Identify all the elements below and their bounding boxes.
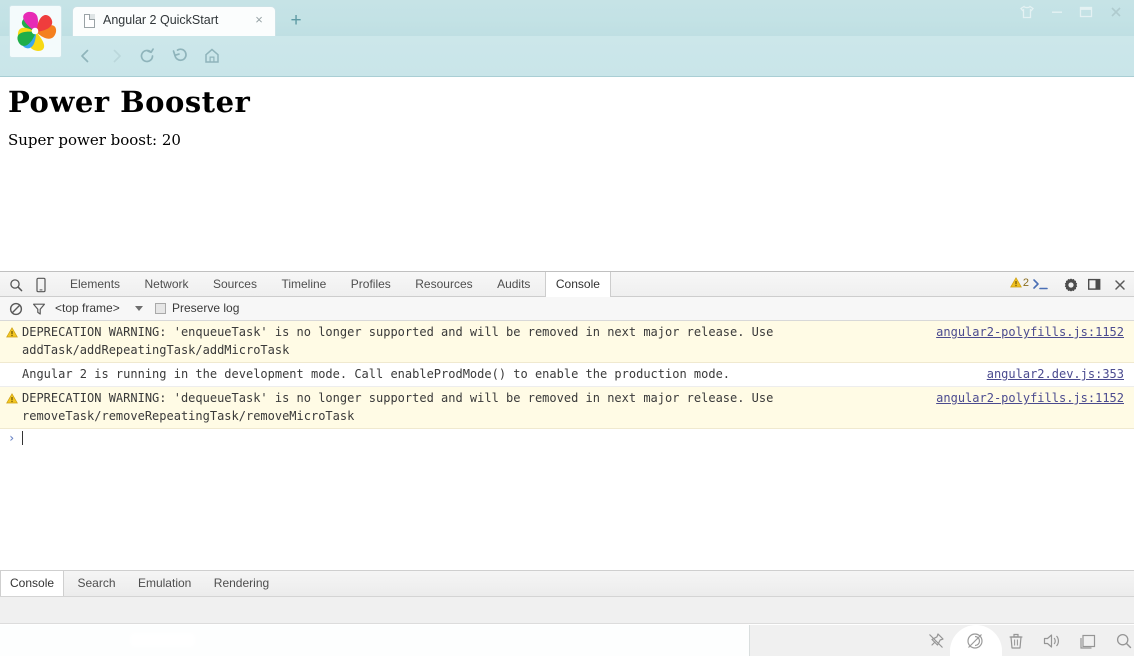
filter-icon[interactable]	[30, 301, 48, 317]
devtools-tab-list: Elements Network Sources Timeline Profil…	[60, 272, 611, 297]
tab-console[interactable]: Console	[544, 272, 611, 297]
tshirt-icon[interactable]	[1015, 2, 1040, 22]
navigation-bar: 域名重定向 localhost:3000 勇士挺进总决赛	[0, 36, 1134, 104]
console-prompt-icon[interactable]	[1032, 277, 1049, 296]
document-icon	[84, 14, 95, 28]
pin-off-icon[interactable]	[925, 631, 947, 651]
drawer-tab-emulation[interactable]: Emulation	[129, 571, 200, 596]
console-message-source[interactable]: angular2.dev.js:353	[987, 365, 1124, 383]
forward-icon[interactable]	[104, 44, 130, 68]
console-message-list: DEPRECATION WARNING: 'enqueueTask' is no…	[0, 321, 1134, 547]
console-message-source[interactable]: angular2-polyfills.js:1152	[936, 323, 1124, 341]
inspect-element-icon[interactable]	[6, 276, 26, 294]
text-caret	[22, 431, 23, 445]
warning-icon	[6, 325, 18, 343]
settings-gear-icon[interactable]	[1061, 276, 1081, 294]
browser-window: Angular 2 QuickStart × + Power Booster S…	[0, 0, 1134, 656]
tab-sources[interactable]: Sources	[203, 272, 267, 297]
devtools-drawer: Console Search Emulation Rendering	[0, 570, 1134, 596]
console-message-text: Angular 2 is running in the development …	[22, 367, 731, 381]
frame-selector[interactable]: <top frame>	[55, 301, 120, 315]
status-bar	[0, 596, 1134, 656]
prompt-chevron-icon: ›	[8, 431, 16, 445]
browser-tab[interactable]: Angular 2 QuickStart ×	[72, 6, 276, 36]
devtools-panel: Elements Network Sources Timeline Profil…	[0, 271, 1134, 596]
title-bar: Angular 2 QuickStart × +	[0, 0, 1134, 58]
shield-scan-icon[interactable]	[964, 631, 986, 651]
drawer-tab-search[interactable]: Search	[68, 571, 124, 596]
maximize-icon[interactable]	[1074, 2, 1099, 22]
minimize-icon[interactable]	[1044, 2, 1069, 22]
dock-position-icon[interactable]	[1085, 276, 1105, 294]
tab-audits[interactable]: Audits	[487, 272, 540, 297]
console-message-text: DEPRECATION WARNING: 'enqueueTask' is no…	[22, 325, 781, 357]
drawer-tab-rendering[interactable]: Rendering	[205, 571, 278, 596]
tab-elements[interactable]: Elements	[60, 272, 130, 297]
console-message-log[interactable]: Angular 2 is running in the development …	[0, 363, 1134, 387]
clear-console-icon[interactable]	[7, 301, 25, 317]
page-paragraph: Super power boost: 20	[8, 131, 181, 149]
console-message-warning[interactable]: DEPRECATION WARNING: 'dequeueTask' is no…	[0, 387, 1134, 429]
tab-profiles[interactable]: Profiles	[341, 272, 401, 297]
close-devtools-icon[interactable]	[1110, 276, 1130, 294]
status-bar-left	[0, 625, 750, 656]
console-filter-bar: <top frame> Preserve log	[0, 297, 1134, 321]
preserve-log-label[interactable]: Preserve log	[172, 301, 239, 315]
close-icon[interactable]: ×	[252, 13, 266, 27]
page-title: Power Booster	[8, 85, 251, 119]
search-icon[interactable]	[1113, 631, 1134, 651]
warning-count-value: 2	[1022, 277, 1029, 289]
window-controls	[1015, 2, 1128, 24]
new-tab-button[interactable]: +	[286, 11, 306, 31]
warning-icon	[6, 391, 18, 409]
page-viewport: Power Booster Super power boost: 20	[0, 77, 1134, 272]
tab-timeline[interactable]: Timeline	[271, 272, 336, 297]
speaker-icon[interactable]	[1041, 631, 1063, 651]
devtools-toolbar: Elements Network Sources Timeline Profil…	[0, 272, 1134, 297]
reload-icon[interactable]	[134, 44, 160, 68]
status-bar-right	[750, 625, 1134, 656]
back-icon[interactable]	[72, 44, 98, 68]
pinwheel-logo	[9, 5, 62, 58]
console-prompt[interactable]: ›	[0, 429, 1134, 449]
status-bar-strip	[0, 597, 1134, 624]
preserve-log-checkbox[interactable]	[155, 303, 166, 314]
device-toolbar-icon[interactable]	[31, 276, 51, 294]
console-message-source[interactable]: angular2-polyfills.js:1152	[936, 389, 1124, 407]
undo-icon[interactable]	[167, 44, 193, 68]
window-icon[interactable]	[1077, 631, 1099, 651]
warning-count[interactable]: 2	[1009, 277, 1029, 289]
console-message-text: DEPRECATION WARNING: 'dequeueTask' is no…	[22, 391, 781, 423]
console-message-warning[interactable]: DEPRECATION WARNING: 'enqueueTask' is no…	[0, 321, 1134, 363]
close-icon[interactable]	[1103, 2, 1128, 22]
tab-network[interactable]: Network	[134, 272, 198, 297]
drawer-tab-console[interactable]: Console	[0, 571, 65, 596]
tab-resources[interactable]: Resources	[405, 272, 482, 297]
tab-title: Angular 2 QuickStart	[103, 13, 219, 27]
trash-icon[interactable]	[1005, 631, 1027, 651]
chevron-down-icon[interactable]	[135, 306, 143, 311]
home-icon[interactable]	[199, 44, 225, 68]
